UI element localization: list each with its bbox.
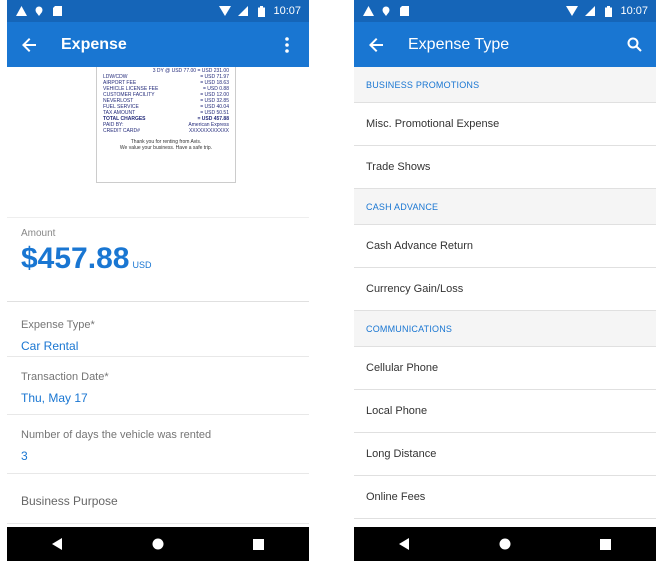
field-value: Car Rental (21, 339, 79, 353)
list-item[interactable]: Local Phone (354, 390, 656, 433)
status-time: 10:07 (273, 5, 301, 17)
list-item[interactable]: Cellular Phone (354, 347, 656, 390)
battery-icon (255, 5, 267, 17)
field-value: Thu, May 17 (21, 391, 88, 405)
location-icon (33, 5, 45, 17)
status-bar: 10:07 (354, 0, 656, 22)
expense-type-screen: 10:07 Expense Type BUSINESS PROMOTIONS M… (354, 0, 656, 561)
wifi-icon (566, 5, 579, 17)
field-label: Business Purpose (21, 494, 118, 508)
amount-label: Amount (21, 228, 56, 239)
home-circle-icon[interactable] (490, 532, 520, 556)
app-bar: Expense Type (354, 22, 656, 67)
list-item[interactable]: Online Fees (354, 476, 656, 519)
transaction-date-field[interactable]: Transaction Date* Thu, May 17 (7, 357, 309, 415)
amount-section[interactable]: Amount $457.88 USD (7, 218, 309, 301)
back-arrow-icon[interactable] (364, 33, 388, 57)
section-header: BUSINESS PROMOTIONS (354, 67, 656, 103)
location-icon (380, 5, 392, 17)
section-header: CASH ADVANCE (354, 189, 656, 225)
expense-type-field[interactable]: Expense Type* Car Rental (7, 302, 309, 357)
warning-icon (15, 5, 27, 17)
status-time: 10:07 (620, 5, 648, 17)
business-purpose-field[interactable]: Business Purpose (7, 474, 309, 524)
list-item[interactable]: Currency Gain/Loss (354, 268, 656, 311)
field-label: Transaction Date* (21, 371, 109, 383)
back-arrow-icon[interactable] (17, 33, 41, 57)
more-vert-icon[interactable] (275, 33, 299, 57)
field-label: Number of days the vehicle was rented (21, 429, 212, 441)
field-label: Expense Type* (21, 319, 95, 331)
search-icon[interactable] (622, 33, 646, 57)
list-item[interactable]: Cash Advance Return (354, 225, 656, 268)
list-item[interactable]: Misc. Promotional Expense (354, 103, 656, 146)
receipt-image[interactable]: 3 DY @ USD 77.00 = USD 231.00 LDW/CDW = U… (96, 67, 236, 183)
rental-days-field[interactable]: Number of days the vehicle was rented 3 (7, 415, 309, 474)
expense-content: 3 DY @ USD 77.00 = USD 231.00 LDW/CDW = U… (7, 67, 309, 527)
amount-value: $457.88 USD (21, 242, 152, 275)
receipt-area[interactable]: 3 DY @ USD 77.00 = USD 231.00 LDW/CDW = U… (7, 67, 309, 218)
expense-fields: Expense Type* Car Rental Transaction Dat… (7, 301, 309, 524)
warning-icon (362, 5, 374, 17)
recents-square-icon[interactable] (244, 532, 274, 556)
status-bar: 10:07 (7, 0, 309, 22)
page-title: Expense Type (408, 35, 510, 53)
receipt-thanks: Thank you for renting from Avis. We valu… (119, 139, 213, 151)
system-nav-bar (7, 527, 309, 561)
signal-icon (237, 5, 249, 17)
signal-icon (584, 5, 596, 17)
battery-icon (602, 5, 614, 17)
sd-card-icon (51, 5, 63, 17)
section-header: COMMUNICATIONS (354, 311, 656, 347)
app-bar: Expense (7, 22, 309, 67)
expense-type-list: BUSINESS PROMOTIONS Misc. Promotional Ex… (354, 67, 656, 527)
back-triangle-icon[interactable] (389, 532, 419, 556)
amount-currency: USD (132, 260, 152, 270)
back-triangle-icon[interactable] (42, 532, 72, 556)
receipt-card-row: CREDIT CARD# XXXXXXXXXXXX (103, 128, 229, 134)
sd-card-icon (398, 5, 410, 17)
page-title: Expense (61, 35, 127, 53)
list-item[interactable]: Trade Shows (354, 146, 656, 189)
wifi-icon (219, 5, 232, 17)
expense-screen: 10:07 Expense 3 DY @ USD 77.00 = USD 231… (7, 0, 309, 561)
system-nav-bar (354, 527, 656, 561)
recents-square-icon[interactable] (591, 532, 621, 556)
home-circle-icon[interactable] (143, 532, 173, 556)
field-value: 3 (21, 449, 28, 463)
list-item[interactable]: Long Distance (354, 433, 656, 476)
